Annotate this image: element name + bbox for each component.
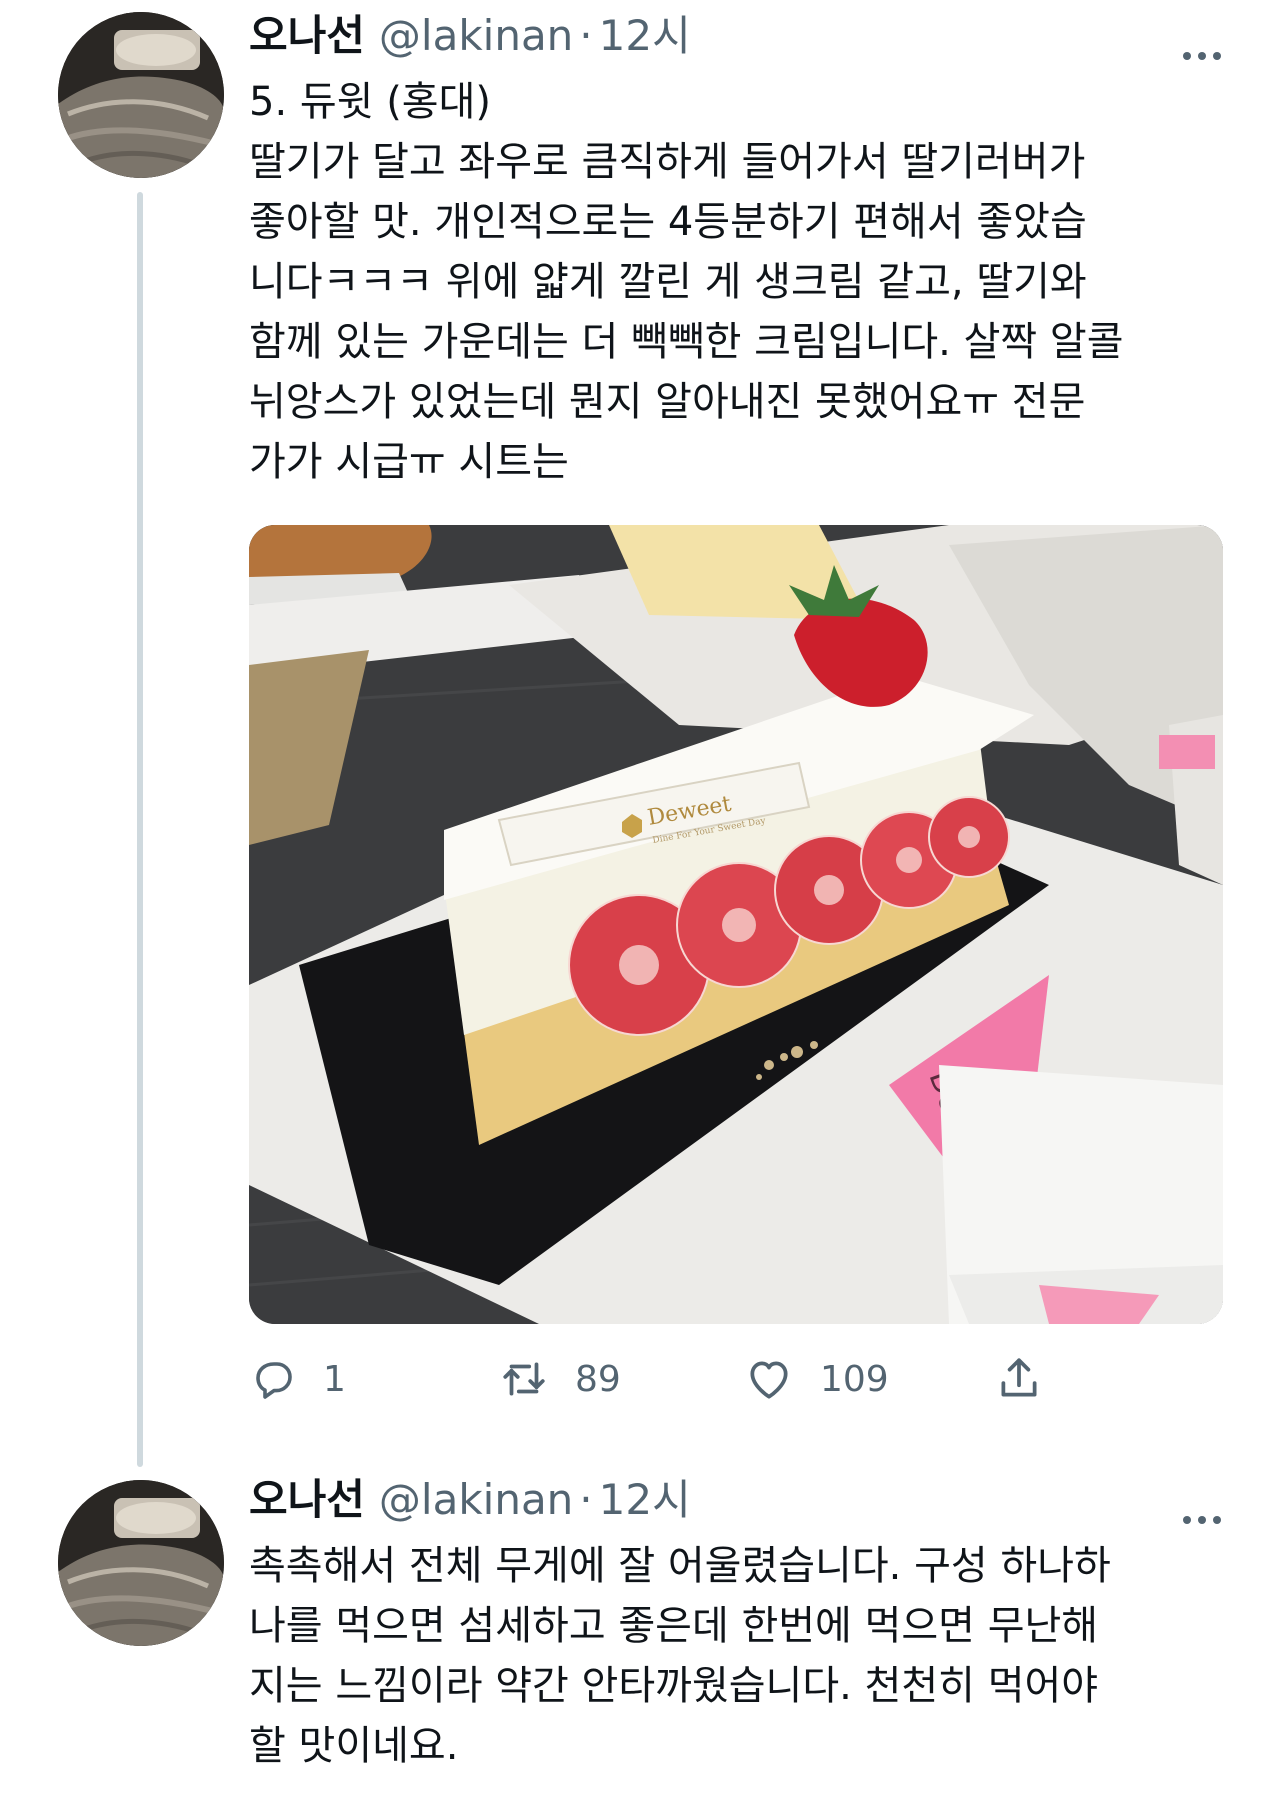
avatar-bed-photo bbox=[58, 1480, 224, 1646]
tweet-photo[interactable]: Deweet Dine For Your Sweet Day Dewee bbox=[249, 525, 1223, 1324]
tweet-header: 오나선 @lakinan · 12시 bbox=[249, 6, 1224, 66]
avatar[interactable] bbox=[58, 1480, 224, 1646]
retweet-icon bbox=[499, 1354, 549, 1404]
username[interactable]: @lakinan bbox=[379, 6, 573, 66]
separator-dot: · bbox=[579, 11, 593, 60]
tweet-1[interactable]: 오나선 @lakinan · 12시 5. 듀윗 (홍대) 딸기가 달고 좌우로… bbox=[0, 0, 1284, 1470]
tweet-2[interactable]: 오나선 @lakinan · 12시 촉촉해서 전체 무게에 잘 어울렸습니다.… bbox=[0, 1470, 1284, 1795]
tweet-text: 촉촉해서 전체 무게에 잘 어울렸습니다. 구성 하나하 나를 먹으면 섬세하고… bbox=[249, 1543, 1111, 1769]
like-button[interactable]: 109 bbox=[744, 1345, 889, 1413]
tweet-text: 5. 듀윗 (홍대) 딸기가 달고 좌우로 큼직하게 들어가서 딸기러버가 좋아… bbox=[249, 79, 1124, 485]
tweet-actions: 1 89 109 bbox=[249, 1345, 1089, 1413]
avatar[interactable] bbox=[58, 12, 224, 178]
reply-count: 1 bbox=[323, 1358, 346, 1400]
reply-icon bbox=[249, 1355, 297, 1403]
more-icon[interactable] bbox=[1180, 1488, 1224, 1524]
tweet-header: 오나선 @lakinan · 12시 bbox=[249, 1470, 1224, 1530]
share-icon bbox=[994, 1354, 1044, 1404]
retweet-count: 89 bbox=[575, 1358, 621, 1400]
reply-button[interactable]: 1 bbox=[249, 1345, 346, 1413]
avatar-bed-photo bbox=[58, 12, 224, 178]
more-icon[interactable] bbox=[1180, 24, 1224, 60]
like-count: 109 bbox=[820, 1358, 889, 1400]
display-name[interactable]: 오나선 bbox=[249, 6, 365, 66]
display-name[interactable]: 오나선 bbox=[249, 1470, 365, 1530]
username[interactable]: @lakinan bbox=[379, 1470, 573, 1530]
like-icon bbox=[744, 1354, 794, 1404]
retweet-button[interactable]: 89 bbox=[499, 1345, 621, 1413]
timestamp[interactable]: 12시 bbox=[599, 1470, 691, 1530]
separator-dot: · bbox=[579, 1475, 593, 1524]
share-button[interactable] bbox=[994, 1345, 1044, 1413]
timestamp[interactable]: 12시 bbox=[599, 6, 691, 66]
